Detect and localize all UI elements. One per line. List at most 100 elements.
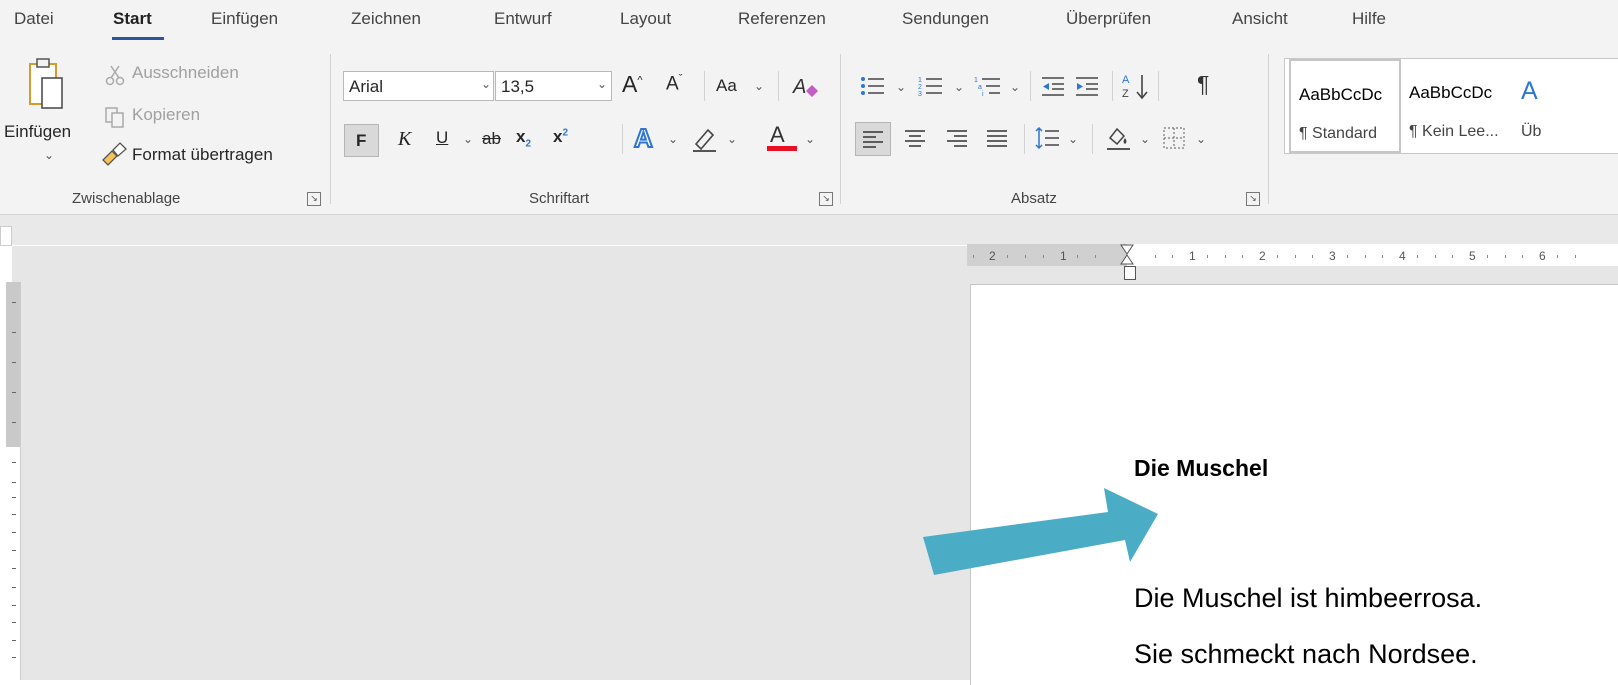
bold-button[interactable]: F: [344, 124, 379, 157]
change-case-chevron-icon[interactable]: ⌄: [754, 79, 764, 93]
font-color-icon[interactable]: A: [765, 122, 799, 154]
show-formatting-marks-button[interactable]: ¶: [1197, 71, 1209, 98]
style-name: Üb: [1521, 123, 1542, 140]
left-indent-marker-icon[interactable]: [1124, 266, 1136, 280]
shrink-font-icon[interactable]: Aˇ: [666, 73, 682, 95]
paragraph-dialog-launcher-icon[interactable]: ↘: [1246, 192, 1260, 206]
line-spacing-icon[interactable]: [1034, 126, 1060, 150]
style-name: ¶ Kein Lee...: [1409, 123, 1499, 140]
numbering-chevron-icon[interactable]: ⌄: [954, 80, 964, 94]
document-paragraph[interactable]: Sie schmeckt nach Nordsee.: [1134, 639, 1478, 670]
style-ueberschrift[interactable]: A Üb: [1521, 59, 1561, 153]
document-heading[interactable]: Die Muschel: [1134, 455, 1268, 482]
ruler-tick-label: 6: [1539, 249, 1546, 263]
ruler-tick-label: 5: [1469, 249, 1476, 263]
align-center-icon[interactable]: [904, 129, 926, 147]
highlight-color-icon[interactable]: [690, 124, 720, 154]
divider: [778, 71, 779, 101]
vertical-ruler: [6, 282, 21, 680]
tab-einfuegen[interactable]: Einfügen: [211, 9, 278, 29]
svg-text:2: 2: [918, 84, 922, 91]
divider: [1030, 71, 1031, 101]
divider: [1092, 124, 1093, 154]
line-spacing-chevron-icon[interactable]: ⌄: [1068, 132, 1078, 146]
superscript-button[interactable]: x2: [553, 127, 568, 147]
numbering-icon[interactable]: 123: [918, 75, 944, 97]
shading-chevron-icon[interactable]: ⌄: [1140, 132, 1150, 146]
borders-icon[interactable]: [1162, 126, 1186, 150]
ribbon: Einfügen ⌄ Ausschneiden Kopieren Format …: [0, 44, 1618, 215]
tab-entwurf[interactable]: Entwurf: [494, 9, 552, 29]
align-left-button[interactable]: [855, 122, 891, 156]
tab-zeichnen[interactable]: Zeichnen: [351, 9, 421, 29]
tab-sendungen[interactable]: Sendungen: [902, 9, 989, 29]
font-size-combo[interactable]: 13,5: [495, 71, 612, 101]
font-name-chevron-icon[interactable]: ⌄: [481, 77, 491, 91]
tab-ansicht[interactable]: Ansicht: [1232, 9, 1288, 29]
tab-hilfe[interactable]: Hilfe: [1352, 9, 1386, 29]
strikethrough-button[interactable]: ab: [482, 129, 501, 149]
increase-indent-icon[interactable]: [1074, 75, 1100, 97]
underline-chevron-icon[interactable]: ⌄: [463, 132, 473, 146]
ruler-tick-label: 2: [989, 249, 996, 263]
svg-text:A: A: [1122, 74, 1130, 86]
horizontal-ruler: 2 1 1 2 3 4 5 6: [967, 244, 1618, 266]
font-dialog-launcher-icon[interactable]: ↘: [819, 192, 833, 206]
font-size-chevron-icon[interactable]: ⌄: [597, 77, 607, 91]
group-divider: [840, 54, 841, 204]
text-effects-icon[interactable]: A: [631, 123, 661, 153]
paste-dropdown-chevron-icon[interactable]: ⌄: [44, 148, 54, 162]
subscript-button[interactable]: x2: [516, 127, 531, 149]
scissors-icon: [105, 65, 125, 86]
grow-font-icon[interactable]: A^: [622, 71, 643, 98]
tab-referenzen[interactable]: Referenzen: [738, 9, 826, 29]
group-divider: [330, 54, 331, 204]
divider: [1158, 71, 1159, 101]
clipboard-dialog-launcher-icon[interactable]: ↘: [307, 192, 321, 206]
active-tab-indicator: [112, 37, 164, 40]
ruler-toggle-button[interactable]: [0, 226, 12, 246]
cut-button[interactable]: Ausschneiden: [132, 63, 239, 83]
decrease-indent-icon[interactable]: [1040, 75, 1066, 97]
multilevel-list-icon[interactable]: 1ai: [974, 75, 1002, 97]
align-right-icon[interactable]: [946, 129, 968, 147]
style-standard[interactable]: AaBbCcDc ¶ Standard: [1289, 59, 1401, 153]
font-size-value: 13,5: [501, 77, 535, 96]
tab-ueberpruefen[interactable]: Überprüfen: [1066, 9, 1151, 29]
font-name-combo[interactable]: Arial: [343, 71, 494, 101]
divider: [1024, 124, 1025, 154]
ruler-tick-label: 1: [1189, 249, 1196, 263]
copy-button[interactable]: Kopieren: [132, 105, 200, 125]
tab-layout[interactable]: Layout: [620, 9, 671, 29]
style-kein-leerraum[interactable]: AaBbCcDc ¶ Kein Lee...: [1405, 59, 1515, 153]
clipboard-group-label: Zwischenablage: [72, 190, 181, 207]
underline-button[interactable]: U: [436, 128, 448, 148]
font-group-label: Schriftart: [529, 190, 590, 207]
shading-icon[interactable]: [1104, 124, 1132, 152]
multilevel-chevron-icon[interactable]: ⌄: [1010, 80, 1020, 94]
copy-icon: [105, 107, 124, 128]
change-case-button[interactable]: Aa: [716, 76, 737, 96]
document-paragraph[interactable]: Die Muschel ist himbeerrosa.: [1134, 583, 1482, 614]
group-divider: [1268, 54, 1269, 204]
format-painter-button[interactable]: Format übertragen: [132, 145, 273, 165]
highlight-chevron-icon[interactable]: ⌄: [727, 132, 737, 146]
tab-datei[interactable]: Datei: [14, 9, 54, 29]
italic-button[interactable]: K: [398, 128, 411, 151]
justify-icon[interactable]: [986, 129, 1008, 147]
borders-chevron-icon[interactable]: ⌄: [1196, 132, 1206, 146]
paste-button-label[interactable]: Einfügen: [4, 122, 71, 142]
format-painter-icon: [102, 142, 127, 166]
bullets-chevron-icon[interactable]: ⌄: [896, 80, 906, 94]
bullets-icon[interactable]: [860, 75, 886, 97]
style-sample: A: [1521, 77, 1538, 105]
font-color-chevron-icon[interactable]: ⌄: [805, 132, 815, 146]
text-effects-chevron-icon[interactable]: ⌄: [668, 132, 678, 146]
svg-text:i: i: [982, 91, 984, 97]
paste-clipboard-icon[interactable]: [26, 56, 66, 112]
svg-text:A: A: [792, 76, 806, 98]
clear-formatting-icon[interactable]: A: [792, 73, 822, 101]
style-sample: AaBbCcDc: [1409, 83, 1493, 102]
sort-icon[interactable]: AZ: [1122, 71, 1150, 101]
tab-start[interactable]: Start: [113, 9, 152, 29]
